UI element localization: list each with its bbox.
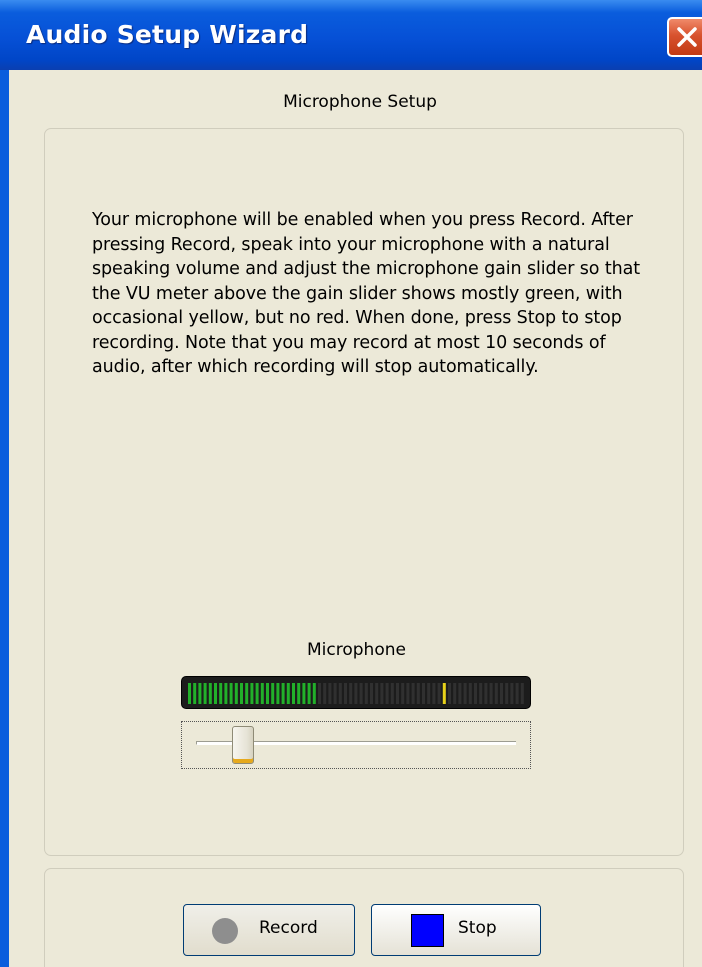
close-icon bbox=[677, 27, 697, 47]
vu-segment bbox=[385, 683, 389, 704]
vu-segment bbox=[416, 683, 420, 704]
vu-segment bbox=[489, 683, 493, 704]
vu-segment bbox=[323, 683, 327, 704]
record-icon bbox=[212, 918, 238, 944]
vu-segment bbox=[260, 683, 264, 704]
vu-segment bbox=[271, 683, 275, 704]
vu-segment bbox=[193, 683, 197, 704]
audio-setup-wizard-window: Audio Setup Wizard Microphone Setup Your… bbox=[0, 0, 702, 967]
vu-segment bbox=[448, 683, 451, 704]
vu-segment bbox=[250, 683, 254, 704]
vu-segment bbox=[474, 683, 477, 704]
vu-segment bbox=[354, 683, 358, 704]
vu-segment bbox=[281, 683, 285, 704]
vu-segment bbox=[453, 683, 457, 704]
vu-segment bbox=[344, 683, 347, 704]
vu-segment bbox=[333, 683, 337, 704]
vu-segment bbox=[188, 683, 191, 704]
vu-segment bbox=[203, 683, 207, 704]
vu-segment bbox=[255, 683, 259, 704]
vu-segment bbox=[219, 683, 223, 704]
record-button[interactable]: Record bbox=[183, 904, 355, 956]
vu-segment bbox=[359, 683, 363, 704]
stop-button[interactable]: Stop bbox=[371, 904, 541, 956]
vu-segment bbox=[266, 683, 269, 704]
vu-segment bbox=[479, 683, 483, 704]
vu-meter-bars bbox=[188, 683, 524, 704]
vu-segment bbox=[396, 683, 399, 704]
vu-segment bbox=[520, 683, 524, 704]
vu-segment bbox=[297, 683, 301, 704]
vu-segment bbox=[500, 683, 503, 704]
button-panel bbox=[44, 868, 684, 967]
vu-segment bbox=[240, 683, 243, 704]
vu-segment bbox=[302, 683, 306, 704]
vu-segment bbox=[494, 683, 498, 704]
vu-segment bbox=[401, 683, 405, 704]
vu-segment bbox=[515, 683, 519, 704]
vu-segment bbox=[427, 683, 431, 704]
vu-segment bbox=[328, 683, 332, 704]
section-title: Microphone Setup bbox=[283, 92, 437, 112]
vu-segment bbox=[208, 683, 212, 704]
vu-segment bbox=[307, 683, 311, 704]
vu-segment bbox=[312, 683, 316, 704]
vu-segment bbox=[245, 683, 249, 704]
vu-segment bbox=[214, 683, 217, 704]
microphone-label: Microphone bbox=[307, 640, 406, 660]
vu-segment bbox=[510, 683, 514, 704]
vu-segment bbox=[276, 683, 280, 704]
vu-segment bbox=[458, 683, 462, 704]
gain-slider[interactable] bbox=[181, 721, 531, 769]
vu-segment bbox=[370, 683, 373, 704]
vu-segment bbox=[422, 683, 425, 704]
vu-segment bbox=[390, 683, 394, 704]
vu-segment bbox=[338, 683, 342, 704]
vu-segment bbox=[437, 683, 441, 704]
vu-segment bbox=[234, 683, 238, 704]
close-button[interactable] bbox=[667, 17, 702, 57]
vu-segment bbox=[468, 683, 472, 704]
vu-segment bbox=[349, 683, 353, 704]
vu-segment bbox=[406, 683, 410, 704]
vu-segment bbox=[198, 683, 202, 704]
title-bar: Audio Setup Wizard bbox=[0, 0, 702, 70]
vu-segment bbox=[375, 683, 379, 704]
record-button-label: Record bbox=[259, 918, 318, 938]
vu-segment bbox=[380, 683, 384, 704]
vu-segment bbox=[364, 683, 368, 704]
vu-segment bbox=[505, 683, 509, 704]
vu-segment bbox=[411, 683, 415, 704]
vu-segment bbox=[484, 683, 488, 704]
gain-slider-thumb[interactable] bbox=[231, 726, 254, 764]
vu-segment bbox=[292, 683, 295, 704]
vu-segment bbox=[432, 683, 436, 704]
instructions-text: Your microphone will be enabled when you… bbox=[92, 210, 640, 377]
vu-segment bbox=[442, 683, 446, 704]
vu-segment bbox=[463, 683, 467, 704]
stop-button-label: Stop bbox=[458, 918, 497, 938]
vu-meter bbox=[181, 676, 531, 709]
window-title: Audio Setup Wizard bbox=[26, 20, 309, 49]
vu-segment bbox=[229, 683, 233, 704]
window-frame-left bbox=[0, 70, 9, 967]
vu-segment bbox=[318, 683, 321, 704]
vu-segment bbox=[286, 683, 290, 704]
vu-segment bbox=[224, 683, 228, 704]
stop-icon bbox=[411, 914, 444, 947]
